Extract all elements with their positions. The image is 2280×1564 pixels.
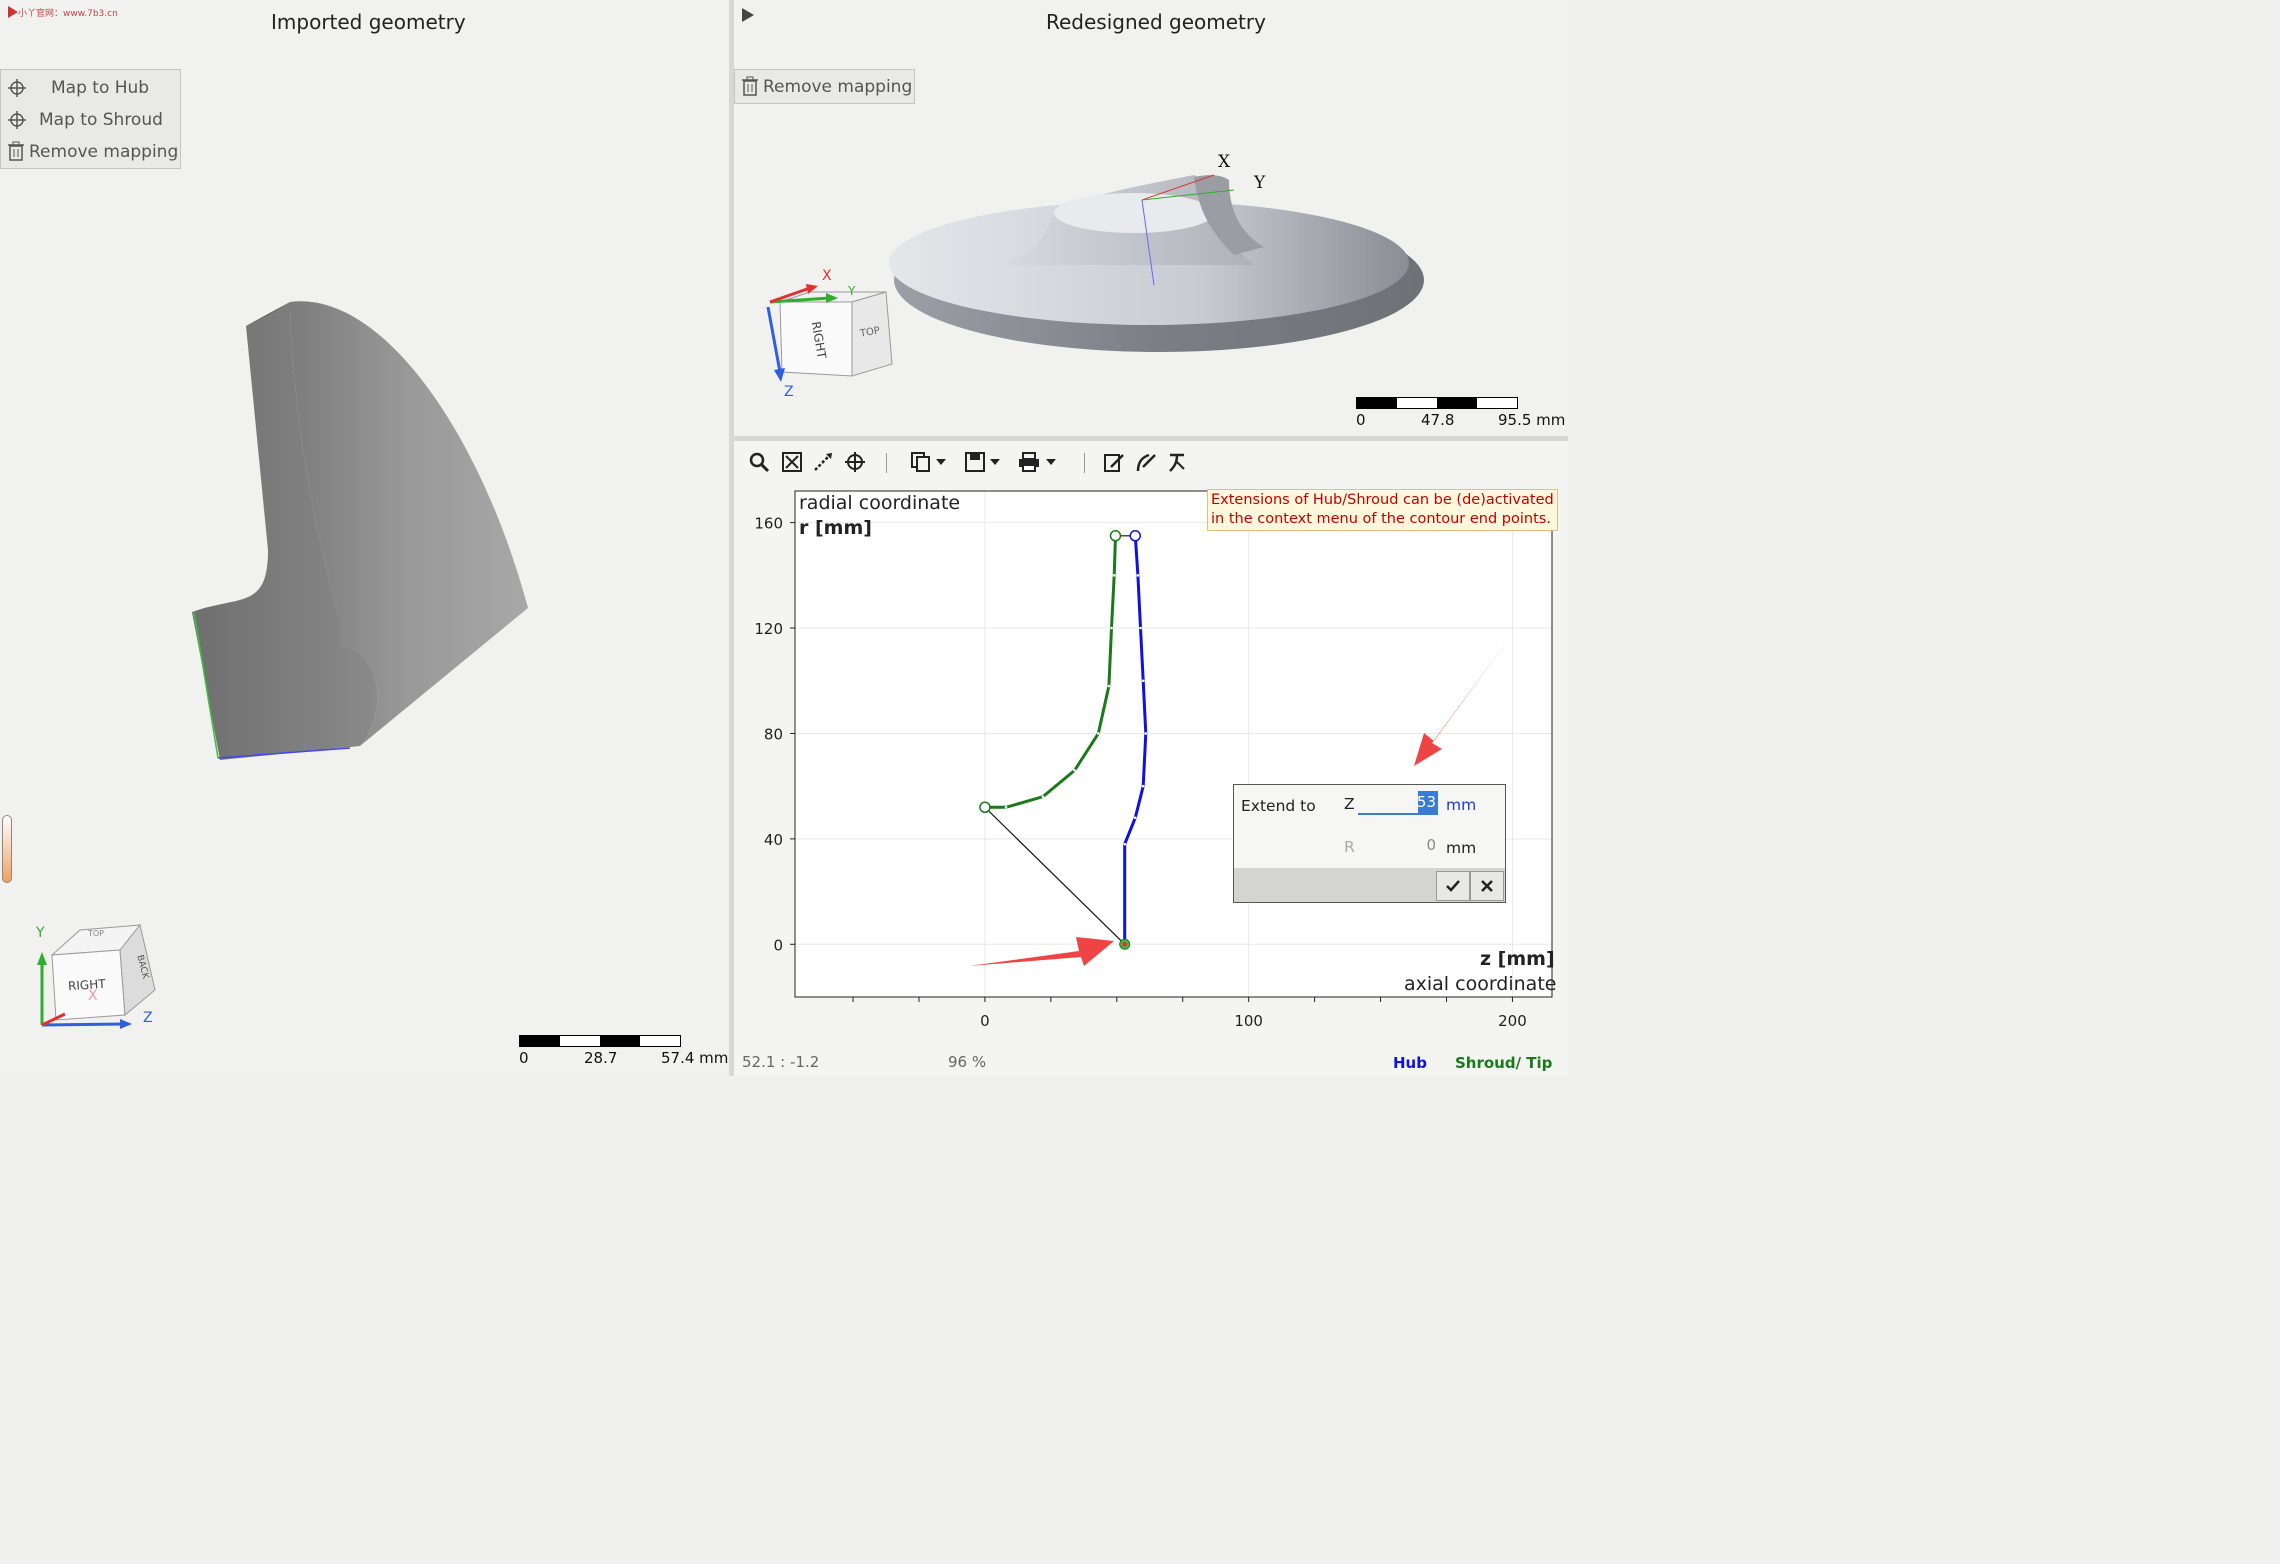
x-tick-label: 0: [980, 1012, 990, 1030]
contour-point: [1073, 769, 1076, 772]
mapping-context-menu: Map to Hub Map to Shroud Remove mapping: [0, 69, 181, 169]
cursor-coordinates: 52.1 : -1.2: [742, 1053, 820, 1071]
contour-point: [1004, 805, 1008, 809]
legend-shroud: Shroud/ Tip: [1455, 1054, 1553, 1072]
extend-to-dialog: Extend to Z mm R mm: [1233, 784, 1506, 903]
y-axis-unit: r [mm]: [799, 517, 872, 539]
legend-hub: Hub: [1393, 1054, 1427, 1072]
confirm-button[interactable]: [1436, 871, 1470, 901]
contour-point: [1110, 626, 1113, 630]
contour-point: [1136, 574, 1140, 577]
hint-note-line1: Extensions of Hub/Shroud can be (de)acti…: [1211, 492, 1554, 508]
contour-point: [1144, 732, 1148, 735]
right-axis-x-label: X: [822, 268, 832, 284]
contour-end-handle: [1109, 530, 1122, 542]
trash-icon: [742, 76, 758, 96]
scale-label-right-1: 47.8: [1421, 411, 1455, 429]
right-axis-y-label: Y: [848, 284, 856, 298]
selected-end-marker: [1122, 941, 1128, 947]
view-orientation-cube-right[interactable]: [760, 272, 900, 402]
contour-point: [1123, 842, 1127, 846]
scale-label-left-1: 28.7: [584, 1049, 618, 1067]
y-tick-label: 40: [764, 831, 783, 849]
z-label: Z: [1344, 795, 1355, 813]
x-axis-title: axial coordinate: [1404, 973, 1557, 995]
remove-mapping-label: Remove mapping: [763, 77, 913, 97]
contour-point: [1133, 816, 1137, 820]
crosshair-icon: [8, 111, 26, 129]
left-axis-y-label: Y: [36, 925, 45, 941]
contour-point: [1141, 784, 1145, 788]
page-title-imported: Imported geometry: [271, 10, 466, 34]
x-axis-unit: z [mm]: [1480, 948, 1555, 970]
x-tick-label: 200: [1498, 1012, 1527, 1030]
r-input[interactable]: [1358, 833, 1438, 857]
remove-mapping-item[interactable]: Remove mapping: [29, 142, 178, 162]
right-top-viewport[interactable]: Redesigned geometry Remove mapping X Y R…: [734, 0, 1568, 436]
watermark-play-icon: [8, 6, 18, 18]
contour-end-handle: [1129, 530, 1142, 542]
crosshair-icon: [8, 79, 26, 97]
check-icon: [1446, 880, 1460, 892]
y-axis-title: radial coordinate: [799, 492, 961, 514]
r-unit: mm: [1446, 839, 1477, 857]
contour-point: [1139, 626, 1142, 630]
map-to-hub-item[interactable]: Map to Hub: [51, 78, 149, 98]
z-unit: mm: [1446, 796, 1477, 814]
left-viewport[interactable]: 小丫官网：www.7b3.cn Imported geometry Map to…: [0, 0, 729, 1076]
vertical-scroll-handle[interactable]: [2, 815, 12, 883]
left-cube-front-label: RIGHT: [67, 976, 106, 994]
hint-note: Extensions of Hub/Shroud can be (de)acti…: [1207, 489, 1558, 531]
contour-point: [1141, 679, 1145, 683]
left-cube-top-label: TOP: [88, 929, 105, 938]
right-axis-z-label: Z: [784, 384, 794, 400]
left-axis-z-label: Z: [143, 1010, 153, 1026]
contour-point: [1107, 684, 1111, 688]
close-icon: [1481, 880, 1493, 892]
map-to-shroud-item[interactable]: Map to Shroud: [39, 110, 163, 130]
meridional-chart-panel: 0 40 80 120 160 0 100 200 radial coordinate r […: [734, 441, 1568, 1076]
zoom-level: 96 %: [948, 1053, 987, 1071]
model-axis-x-label: X: [1218, 152, 1231, 172]
r-label: R: [1344, 838, 1355, 856]
plot-area: [795, 491, 1552, 997]
contour-end-handle: [979, 801, 991, 813]
contour-point: [1112, 574, 1116, 577]
contour-point: [1041, 795, 1045, 799]
z-input[interactable]: [1358, 791, 1438, 815]
page-title-redesigned: Redesigned geometry: [1046, 10, 1266, 34]
y-tick-label: 0: [773, 936, 783, 954]
scale-label-right-2: 95.5 mm: [1498, 411, 1566, 429]
remove-mapping-button[interactable]: Remove mapping: [734, 69, 915, 104]
redesigned-impeller-model[interactable]: [884, 155, 1444, 375]
scale-label-left-0: 0: [519, 1049, 529, 1067]
trash-icon: [8, 141, 24, 161]
scale-label-right-0: 0: [1356, 411, 1366, 429]
scale-bar-right: [1356, 397, 1518, 409]
left-axis-x-label: X: [88, 988, 98, 1004]
watermark-text: 小丫官网：www.7b3.cn: [18, 9, 118, 19]
expand-play-icon[interactable]: [742, 8, 754, 22]
contour-point: [1097, 732, 1100, 735]
x-tick-label: 100: [1234, 1012, 1263, 1030]
hint-note-line2: in the context menu of the contour end p…: [1211, 511, 1551, 527]
cancel-button[interactable]: [1470, 871, 1504, 901]
y-tick-label: 120: [754, 620, 783, 638]
scale-bar-left: [519, 1035, 681, 1047]
extend-to-label: Extend to: [1241, 797, 1316, 815]
y-tick-label: 160: [754, 515, 783, 533]
imported-blade-model[interactable]: [180, 290, 540, 770]
y-tick-label: 80: [764, 725, 783, 743]
scale-label-left-2: 57.4 mm: [661, 1049, 729, 1067]
model-axis-y-label: Y: [1254, 173, 1266, 193]
